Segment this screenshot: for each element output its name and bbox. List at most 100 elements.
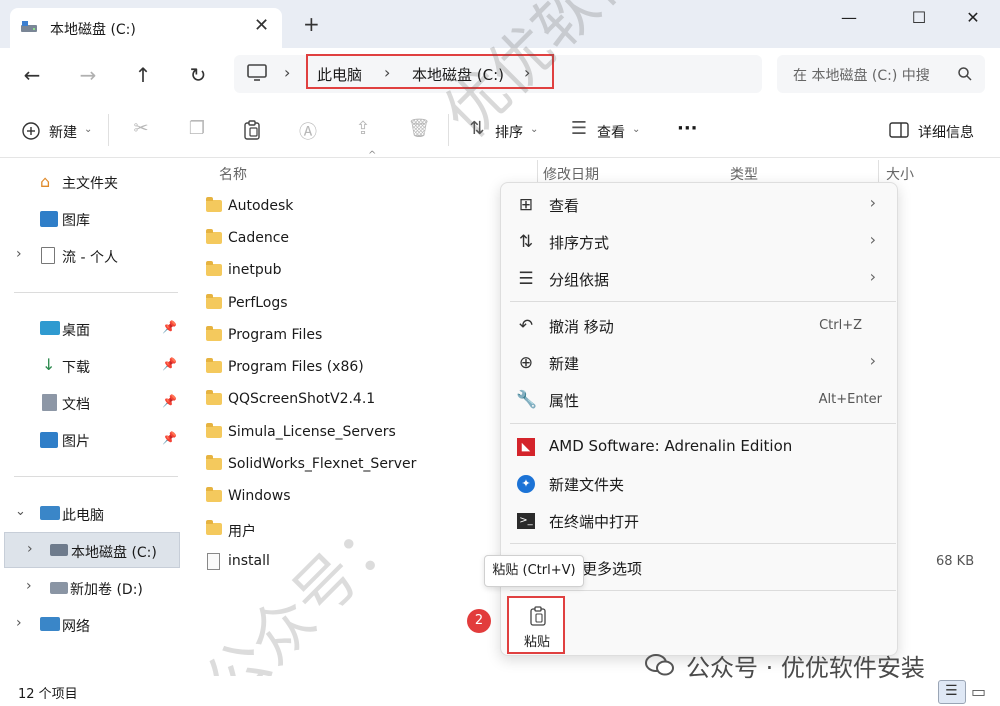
menu-item-undo[interactable]: ↶ 撤消 移动 Ctrl+Z <box>510 308 890 344</box>
watermark-footer: 公众号 · 优优软件安装 <box>686 654 925 682</box>
minimize-button[interactable]: — <box>826 8 872 28</box>
wrench-icon: 🔧 <box>516 390 538 410</box>
menu-item-view[interactable]: ⊞ 查看 › <box>510 187 890 223</box>
chevron-right-icon[interactable]: › <box>16 615 22 631</box>
paste-icon[interactable] <box>242 119 262 141</box>
tiles-view-icon[interactable]: ▭ <box>971 682 986 701</box>
new-button[interactable]: 新建 <box>49 122 77 142</box>
forward-button[interactable]: → <box>75 62 101 88</box>
close-window-button[interactable]: ✕ <box>950 8 996 28</box>
share-icon[interactable]: ⇪ <box>351 118 375 139</box>
search-input[interactable]: 在 本地磁盘 (C:) 中搜 <box>793 65 943 85</box>
list-item[interactable]: PerfLogs <box>200 288 500 320</box>
delete-icon[interactable]: 🗑 <box>407 118 431 139</box>
sidebar-item-label: 文档 <box>62 397 90 413</box>
folder-icon <box>206 229 222 244</box>
menu-divider <box>510 301 896 302</box>
sidebar-item-pictures[interactable]: 图片 📌 <box>0 424 182 456</box>
folder-icon <box>206 423 222 438</box>
search-box[interactable]: 在 本地磁盘 (C:) 中搜 <box>777 55 985 93</box>
sidebar-item-network[interactable]: › 网络 <box>0 609 182 641</box>
sidebar-item-label: 下载 <box>62 360 90 376</box>
view-list-icon: ☰ <box>570 118 588 139</box>
sidebar-item-stream[interactable]: › 流 - 个人 <box>0 240 182 272</box>
menu-item-group[interactable]: ☰ 分组依据 › <box>510 261 890 297</box>
details-button[interactable]: 详细信息 <box>918 122 974 142</box>
download-icon: ↓ <box>42 355 56 374</box>
menu-item-label: 新建文件夹 <box>549 476 625 494</box>
sidebar-item-local-disk[interactable]: › 本地磁盘 (C:) <box>4 532 180 568</box>
pin-icon[interactable]: 📌 <box>162 320 177 334</box>
list-item[interactable]: SolidWorks_Flexnet_Server <box>200 449 500 481</box>
sidebar-item-desktop[interactable]: 桌面 📌 <box>0 313 182 345</box>
folder-icon <box>206 455 222 470</box>
details-pane-icon <box>889 122 909 138</box>
details-view-toggle[interactable]: ☰ <box>938 680 966 704</box>
view-button[interactable]: 查看 <box>597 122 625 142</box>
list-item[interactable]: QQScreenShotV2.4.1 <box>200 384 500 416</box>
file-name: install <box>228 553 270 569</box>
menu-item-terminal[interactable]: >_ 在终端中打开 <box>510 503 890 539</box>
file-name: Program Files <box>228 327 323 343</box>
list-item[interactable]: inetpub <box>200 255 500 287</box>
column-header-type[interactable]: 类型 <box>730 164 758 184</box>
sidebar-item-label: 图片 <box>62 434 90 450</box>
menu-item-properties[interactable]: 🔧 属性 Alt+Enter <box>510 382 890 418</box>
tab-close-icon[interactable]: ✕ <box>254 15 269 36</box>
gallery-icon <box>40 211 58 227</box>
menu-item-amd[interactable]: ◣ AMD Software: Adrenalin Edition <box>510 429 890 465</box>
menu-item-new[interactable]: ⊕ 新建 › <box>510 345 890 381</box>
cut-icon[interactable]: ✂ <box>129 118 153 139</box>
folder-icon <box>206 390 222 405</box>
chevron-down-icon[interactable]: ⌄ <box>15 504 26 519</box>
up-button[interactable]: ↑ <box>130 62 156 88</box>
chevron-down-icon: ⌄ <box>530 124 539 135</box>
list-item[interactable]: Simula_License_Servers <box>200 417 500 449</box>
group-list-icon: ☰ <box>518 269 534 289</box>
paste-label: 粘贴 <box>524 635 551 650</box>
paste-button[interactable]: 粘贴 <box>507 596 565 654</box>
search-icon <box>958 67 972 81</box>
column-header-size[interactable]: 大小 <box>886 164 914 184</box>
file-name: Program Files (x86) <box>228 359 364 375</box>
copy-icon[interactable]: ❐ <box>185 118 209 139</box>
list-item[interactable]: Program Files <box>200 320 500 352</box>
new-plus-icon: ⊕ <box>518 353 534 373</box>
pin-icon[interactable]: 📌 <box>162 431 177 445</box>
refresh-button[interactable]: ↻ <box>185 62 211 88</box>
menu-item-label: 撤消 移动 <box>549 318 614 336</box>
list-item[interactable]: Program Files (x86) <box>200 352 500 384</box>
list-item[interactable]: Autodesk <box>200 191 500 223</box>
pin-icon[interactable]: 📌 <box>162 357 177 371</box>
file-name: SolidWorks_Flexnet_Server <box>228 456 417 472</box>
breadcrumb-sep-icon: › <box>284 63 291 82</box>
chevron-right-icon[interactable]: › <box>26 578 32 594</box>
new-tab-button[interactable]: + <box>303 14 320 34</box>
back-button[interactable]: ← <box>19 62 45 88</box>
network-icon <box>40 617 60 631</box>
tab-local-disk[interactable]: 本地磁盘 (C:) ✕ <box>10 8 282 48</box>
chevron-right-icon[interactable]: › <box>27 541 33 557</box>
rename-icon[interactable]: Ⓐ <box>296 118 320 144</box>
sidebar-item-gallery[interactable]: 图库 <box>0 203 182 235</box>
sidebar-item-documents[interactable]: 文档 📌 <box>0 387 182 419</box>
pin-icon[interactable]: 📌 <box>162 394 177 408</box>
sidebar-item-new-volume[interactable]: › 新加卷 (D:) <box>0 572 182 604</box>
sidebar-item-label: 本地磁盘 (C:) <box>71 545 157 561</box>
home-icon: ⌂ <box>40 172 51 191</box>
drive-icon <box>50 582 68 594</box>
sidebar-item-downloads[interactable]: ↓ 下载 📌 <box>0 350 182 382</box>
toolbar-divider <box>108 114 109 146</box>
menu-item-sort[interactable]: ⇅ 排序方式 › <box>510 224 890 260</box>
file-name: inetpub <box>228 262 282 278</box>
menu-item-new-folder[interactable]: ✦ 新建文件夹 <box>510 466 890 502</box>
column-header-modified[interactable]: 修改日期 <box>543 164 599 184</box>
sidebar-item-home[interactable]: ⌂ 主文件夹 <box>0 166 182 198</box>
maximize-button[interactable]: ☐ <box>896 8 942 28</box>
sidebar-item-this-pc[interactable]: ⌄ 此电脑 <box>0 498 182 530</box>
chevron-right-icon[interactable]: › <box>16 246 22 262</box>
list-item[interactable]: Cadence <box>200 223 500 255</box>
more-options-button[interactable]: ··· <box>677 118 698 139</box>
sidebar-divider <box>14 476 178 477</box>
column-header-name[interactable]: 名称 <box>219 164 247 184</box>
